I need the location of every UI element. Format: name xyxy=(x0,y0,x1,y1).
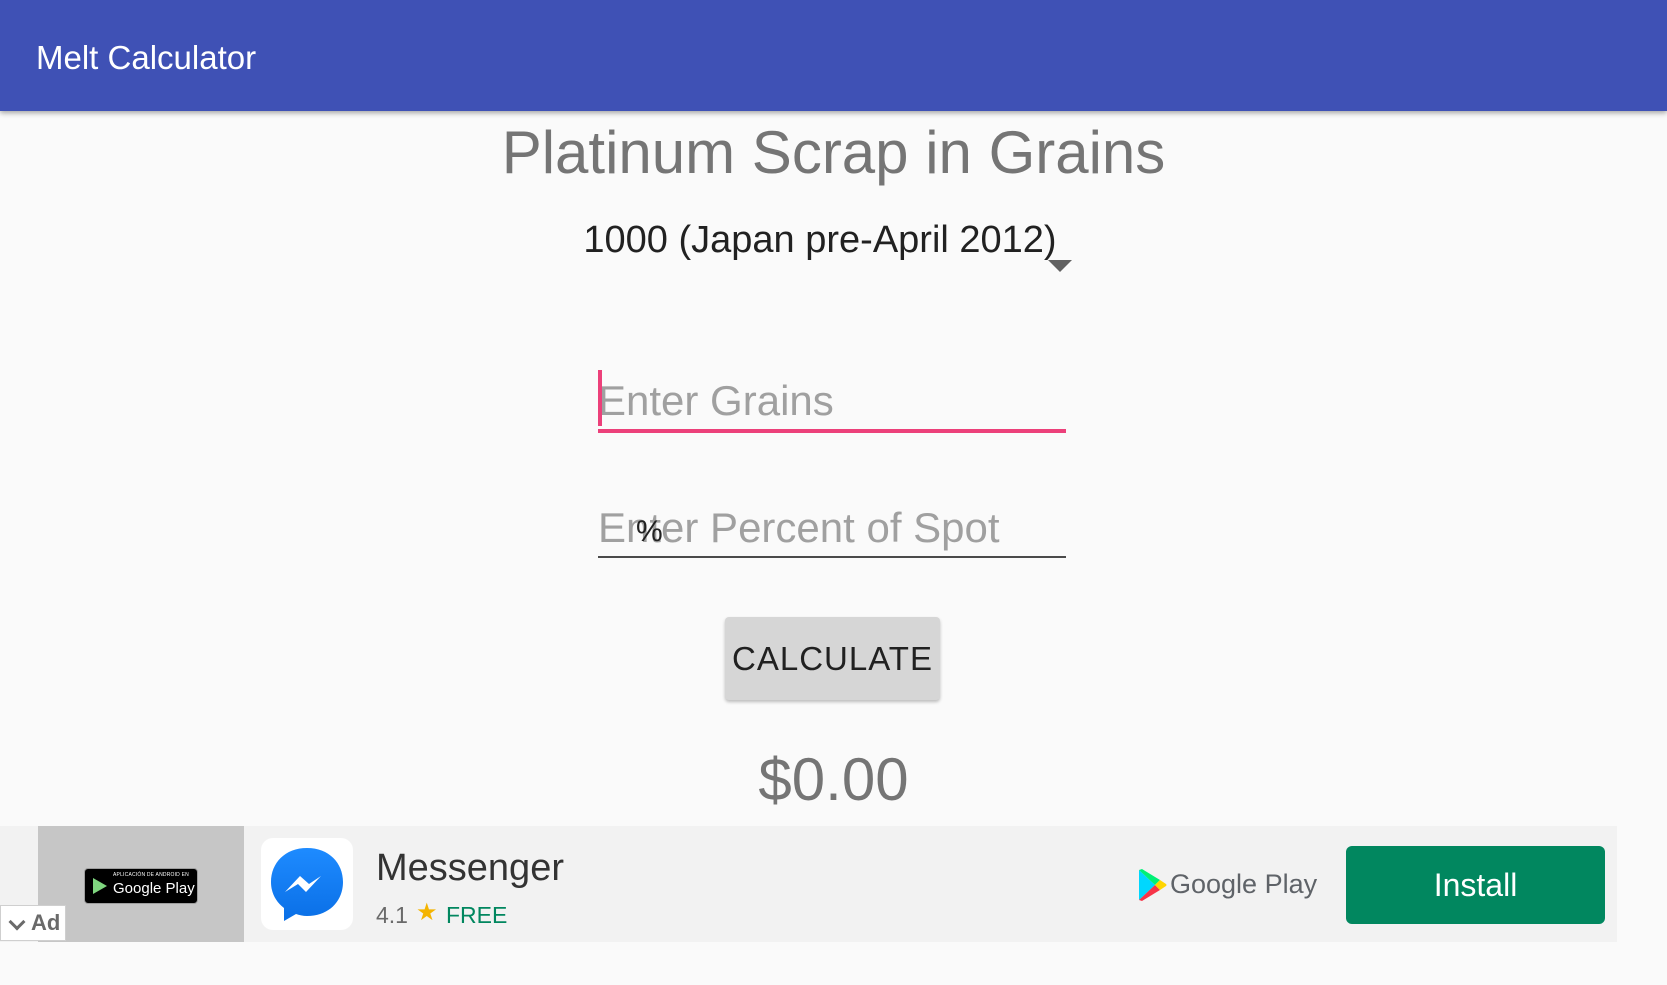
percent-of-spot-input[interactable] xyxy=(598,500,1066,558)
dropdown-arrow-icon[interactable] xyxy=(1048,260,1072,272)
percent-suffix: % xyxy=(636,515,663,548)
google-play-badge: APLICACIÓN DE ANDROID EN Google Play xyxy=(84,868,198,904)
google-play-logo-icon xyxy=(1139,869,1167,901)
star-icon: ★ xyxy=(416,899,438,926)
purity-spinner[interactable]: 1000 (Japan pre-April 2012) xyxy=(560,210,1080,280)
purity-spinner-value: 1000 (Japan pre-April 2012) xyxy=(583,219,1057,261)
play-triangle-icon xyxy=(93,878,107,894)
badge-small-text: APLICACIÓN DE ANDROID EN xyxy=(113,872,189,878)
calculate-button[interactable]: CALCULATE xyxy=(725,617,940,700)
messenger-icon[interactable] xyxy=(261,838,353,930)
ad-app-rating: 4.1 xyxy=(376,902,408,928)
install-button[interactable]: Install xyxy=(1346,846,1605,924)
result-value: $0.00 xyxy=(758,746,909,813)
text-cursor xyxy=(598,370,602,426)
grains-input[interactable] xyxy=(598,373,1066,433)
page-heading: Platinum Scrap in Grains xyxy=(501,119,1166,186)
ad-banner[interactable]: APLICACIÓN DE ANDROID EN Google Play Ad … xyxy=(0,826,1617,942)
ad-label-text: Ad xyxy=(31,910,61,935)
google-play-label: Google Play xyxy=(1170,869,1318,899)
app-title: Melt Calculator xyxy=(36,39,257,76)
ad-app-name[interactable]: Messenger xyxy=(376,846,564,890)
ad-store-panel: APLICACIÓN DE ANDROID EN Google Play xyxy=(38,826,244,942)
app-bar: Melt Calculator xyxy=(0,0,1667,111)
ad-app-price: FREE xyxy=(446,902,508,928)
chevron-down-icon xyxy=(8,913,26,931)
ad-choices-label[interactable]: Ad xyxy=(0,905,66,941)
badge-big-text: Google Play xyxy=(113,880,195,897)
